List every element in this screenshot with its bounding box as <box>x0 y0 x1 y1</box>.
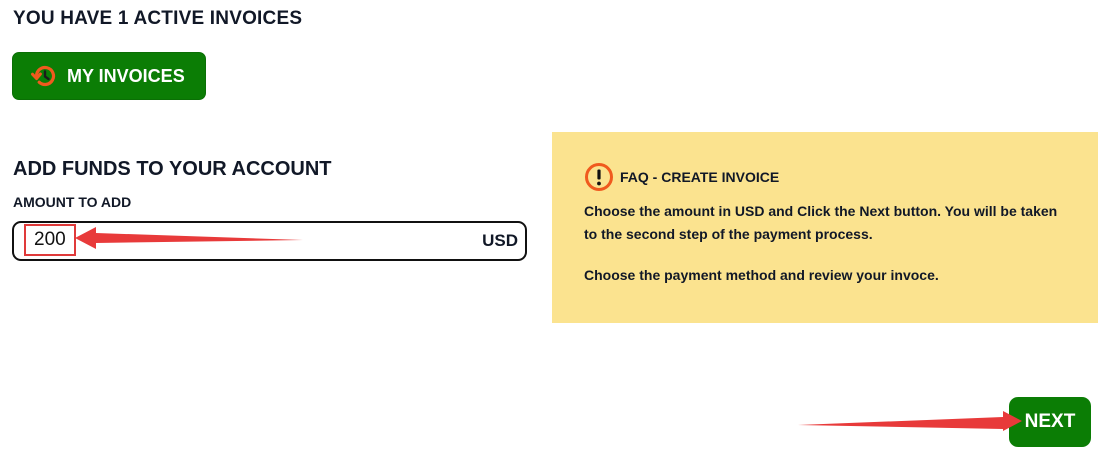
annotation-arrow-next <box>798 411 1022 431</box>
next-button[interactable]: NEXT <box>1009 397 1091 447</box>
amount-field-wrapper: USD <box>12 221 527 261</box>
amount-input[interactable] <box>24 224 76 256</box>
amount-label: AMOUNT TO ADD <box>13 194 132 210</box>
faq-paragraph-2: Choose the payment method and review you… <box>584 267 939 283</box>
my-invoices-label: MY INVOICES <box>67 65 185 86</box>
history-icon <box>31 62 59 90</box>
exclamation-icon <box>584 162 614 192</box>
faq-header: FAQ - CREATE INVOICE <box>584 162 1066 192</box>
page: YOU HAVE 1 ACTIVE INVOICES MY INVOICES A… <box>0 0 1098 453</box>
faq-title: FAQ - CREATE INVOICE <box>620 169 780 185</box>
faq-panel: FAQ - CREATE INVOICE Choose the amount i… <box>552 132 1098 323</box>
my-invoices-button[interactable]: MY INVOICES <box>12 52 206 100</box>
currency-label: USD <box>482 231 518 250</box>
faq-paragraph-1: Choose the amount in USD and Click the N… <box>584 203 1058 242</box>
active-invoices-title: YOU HAVE 1 ACTIVE INVOICES <box>13 8 303 29</box>
add-funds-title: ADD FUNDS TO YOUR ACCOUNT <box>13 158 332 180</box>
